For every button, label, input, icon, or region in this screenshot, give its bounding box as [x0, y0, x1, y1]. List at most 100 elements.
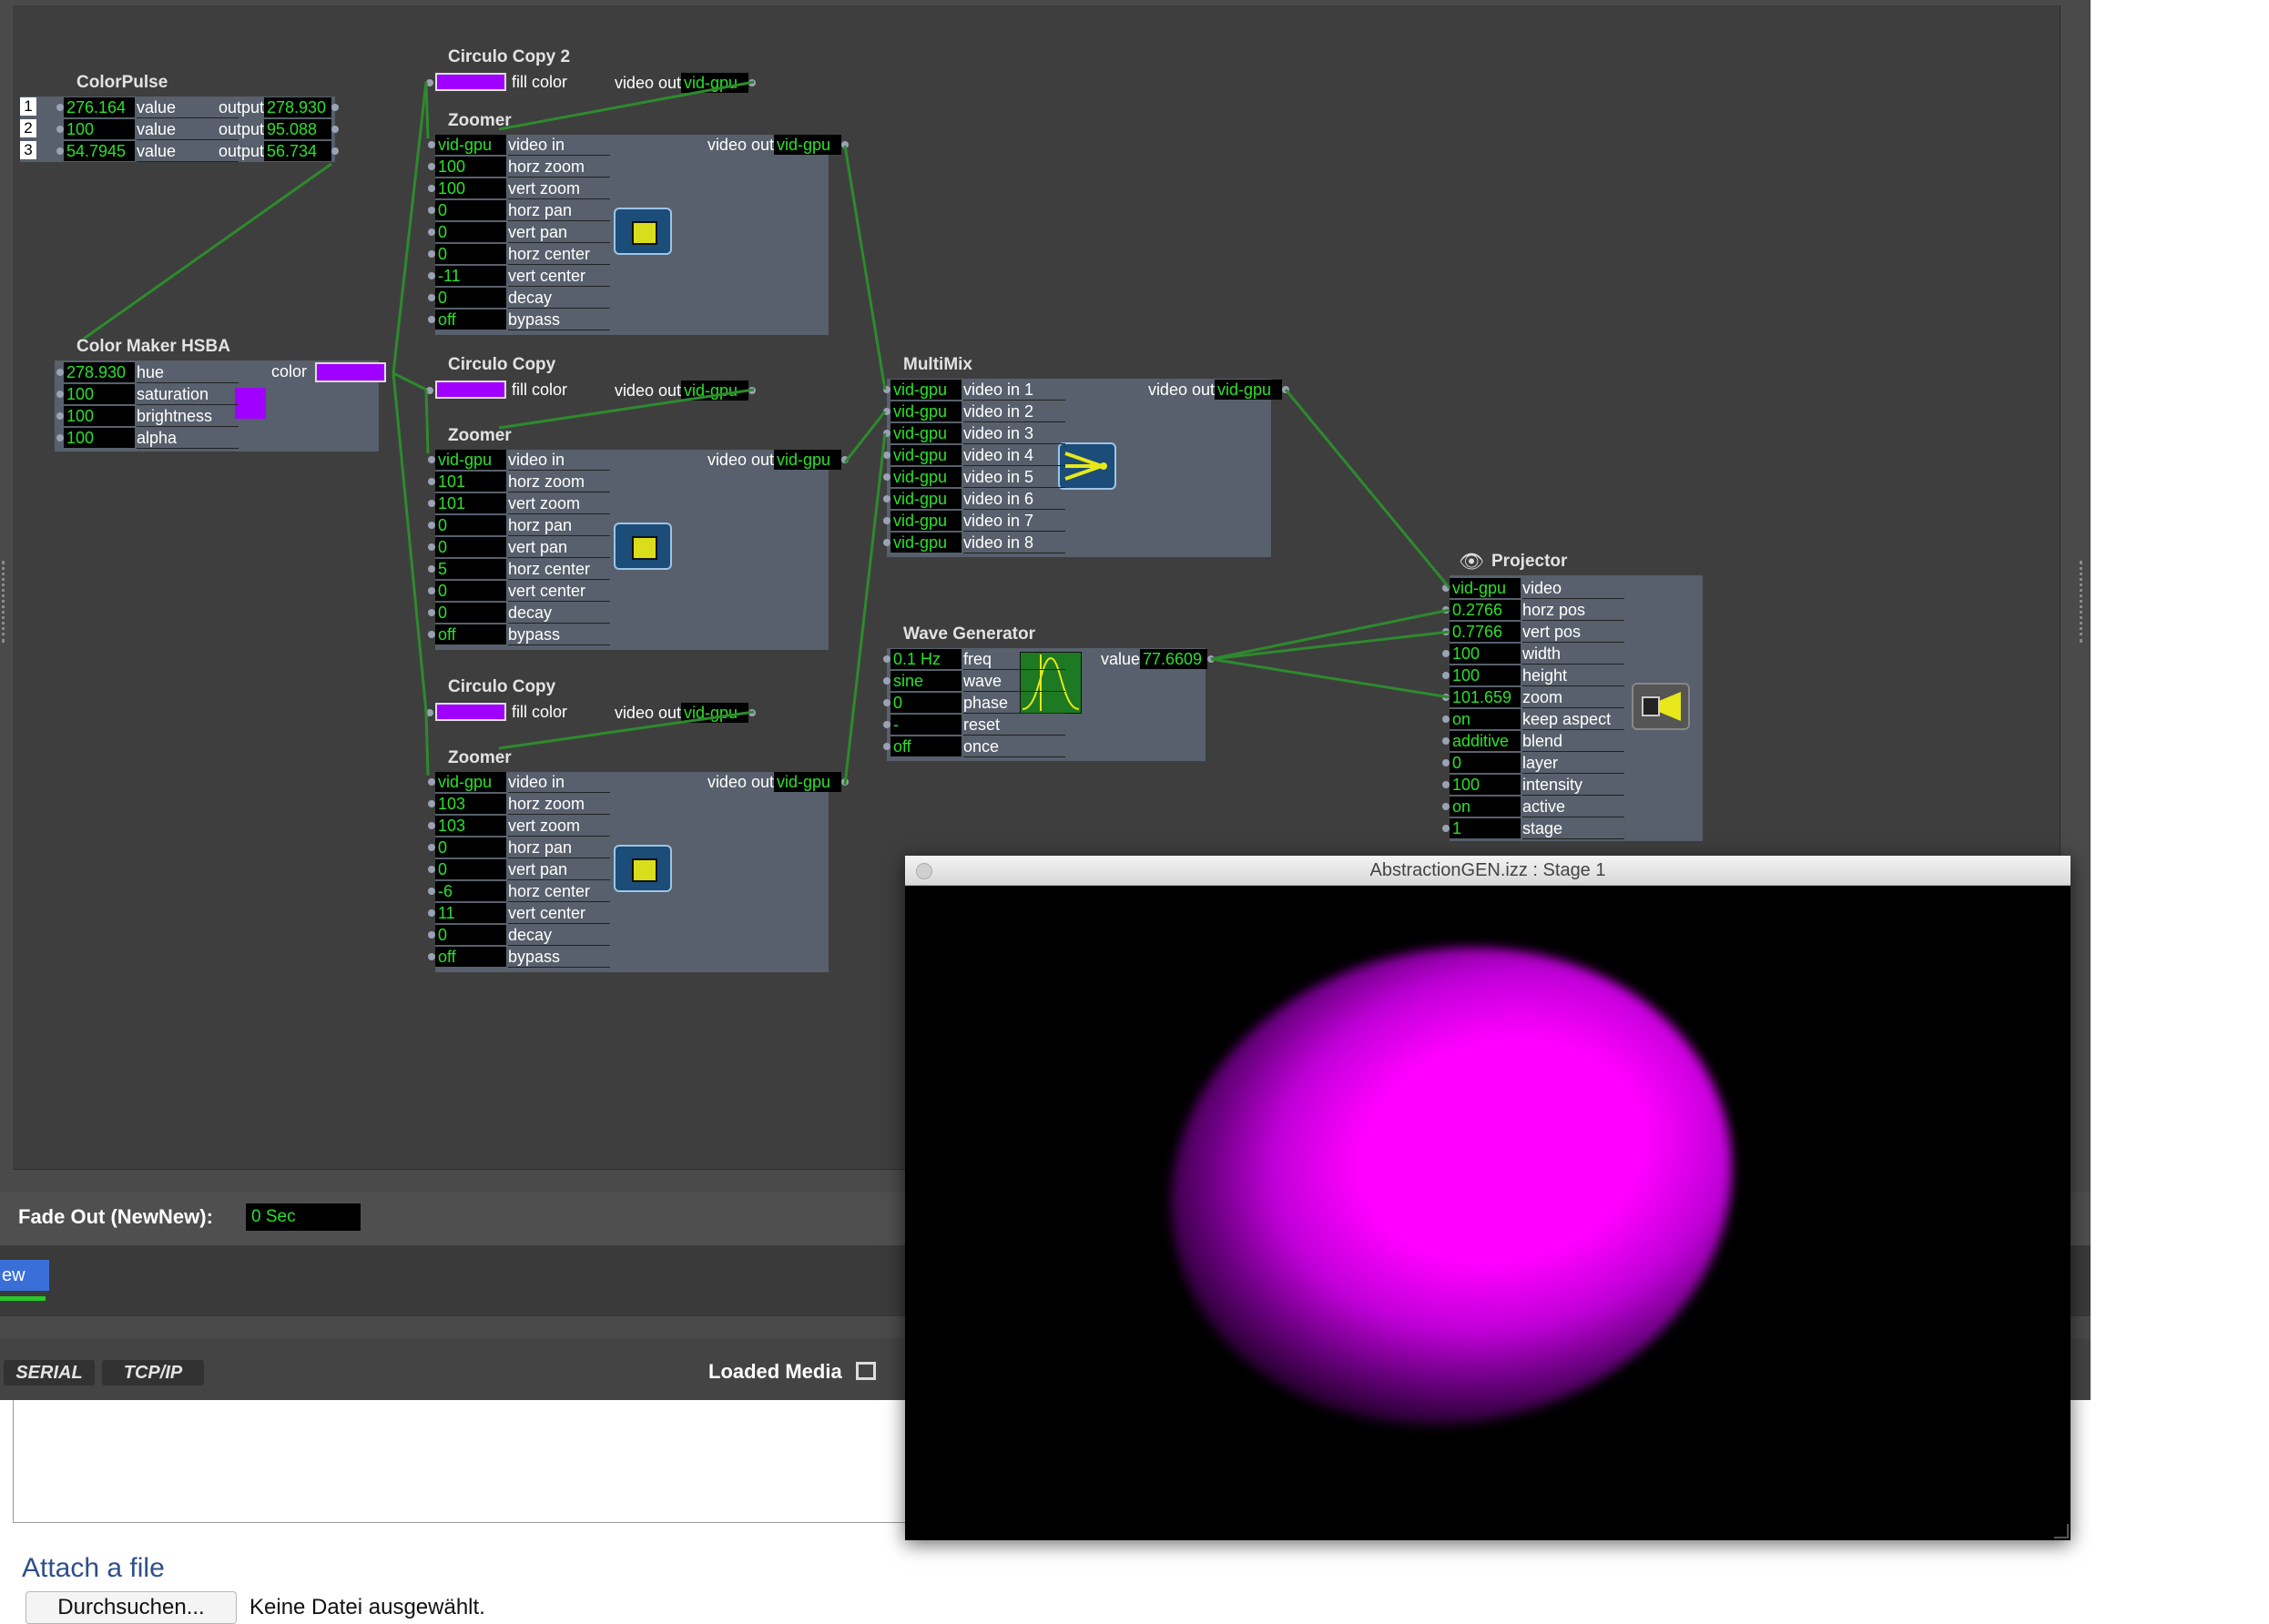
inlet-port[interactable]: [883, 539, 890, 546]
tab-serial[interactable]: SERIAL: [4, 1360, 95, 1385]
value-field[interactable]: vid-gpu: [890, 445, 962, 465]
input-row[interactable]: vid-gpu video in 3: [883, 423, 1065, 444]
inlet-port[interactable]: [1442, 759, 1450, 766]
value-field[interactable]: 0: [435, 222, 506, 242]
value-field[interactable]: vid-gpu: [890, 401, 962, 421]
input-row[interactable]: vid-gpu video in 5: [883, 467, 1065, 488]
inlet-port[interactable]: [428, 228, 435, 236]
input-row[interactable]: additive blend: [1442, 731, 1628, 752]
loaded-media-label[interactable]: Loaded Media: [708, 1360, 842, 1384]
output-port[interactable]: video out vid-gpu: [630, 772, 849, 792]
input-row[interactable]: 0 vert center: [428, 581, 610, 602]
input-row[interactable]: 0 phase: [883, 693, 1065, 714]
input-row[interactable]: vid-gpu video in 6: [883, 489, 1065, 510]
value-field[interactable]: off: [890, 736, 962, 756]
input-row[interactable]: 100 intensity: [1442, 775, 1628, 796]
inlet-port[interactable]: [426, 79, 433, 86]
inlet-port[interactable]: [883, 655, 890, 663]
inlet-port[interactable]: [428, 844, 435, 851]
comment-textarea[interactable]: [13, 1400, 911, 1523]
input-row[interactable]: 101.659 zoom: [1442, 687, 1628, 708]
value-field[interactable]: 101: [435, 472, 506, 492]
inlet-port[interactable]: [1442, 825, 1450, 832]
value-field[interactable]: sine: [890, 671, 962, 691]
value-field[interactable]: vid-gpu: [890, 467, 962, 487]
value-field[interactable]: off: [435, 624, 506, 645]
inlet-port[interactable]: [56, 434, 64, 442]
inlet-port[interactable]: [1442, 650, 1450, 657]
input-row[interactable]: 0 horz pan: [428, 200, 610, 221]
input-row[interactable]: vid-gpu video in 8: [883, 533, 1065, 553]
inlet-port[interactable]: [428, 931, 435, 939]
value-field[interactable]: on: [1450, 709, 1521, 729]
value-field[interactable]: 100: [1450, 644, 1521, 664]
value-field[interactable]: vid-gpu: [435, 135, 506, 155]
inlet-port[interactable]: [428, 522, 435, 529]
input-row[interactable]: 103 vert zoom: [428, 816, 610, 837]
output-port[interactable]: video out vid-gpu: [1071, 380, 1289, 400]
output-port[interactable]: video out vid-gpu: [537, 381, 756, 401]
value-field[interactable]: 0: [435, 515, 506, 535]
fill-color-swatch[interactable]: [435, 381, 506, 399]
value-field[interactable]: off: [435, 310, 506, 330]
input-row[interactable]: 0 vert pan: [428, 537, 610, 558]
value-field[interactable]: vid-gpu: [435, 772, 506, 792]
inlet-port[interactable]: [1442, 737, 1450, 745]
input-row[interactable]: 100 brightness: [56, 406, 239, 427]
inlet-port[interactable]: [56, 104, 64, 111]
fade-out-field[interactable]: 0 Sec: [246, 1203, 361, 1231]
input-row[interactable]: -6 horz center: [428, 881, 610, 902]
value-field[interactable]: 0: [435, 200, 506, 220]
inlet-port[interactable]: [428, 953, 435, 960]
inlet-port[interactable]: [426, 709, 433, 716]
input-row[interactable]: vid-gpu video in: [428, 135, 610, 156]
inlet-port[interactable]: [883, 677, 890, 685]
value-field[interactable]: 1: [1450, 818, 1521, 838]
value-field[interactable]: 100: [1450, 775, 1521, 795]
value-field[interactable]: 100: [64, 384, 135, 404]
input-row[interactable]: 0 horz pan: [428, 515, 610, 536]
outlet-port[interactable]: [841, 778, 849, 786]
output-port[interactable]: video out vid-gpu: [630, 135, 849, 155]
input-row[interactable]: vid-gpu video in: [428, 772, 610, 793]
eye-icon[interactable]: 👁: [1459, 550, 1484, 573]
inlet-port[interactable]: [428, 543, 435, 551]
input-row[interactable]: -11 vert center: [428, 266, 610, 287]
input-row[interactable]: vid-gpu video in 7: [883, 511, 1065, 532]
inlet-port[interactable]: [428, 250, 435, 258]
input-row[interactable]: 101 vert zoom: [428, 493, 610, 514]
inlet-port[interactable]: [428, 294, 435, 301]
value-field[interactable]: off: [435, 947, 506, 967]
input-row[interactable]: off bypass: [428, 310, 610, 330]
inlet-port[interactable]: [1442, 606, 1450, 614]
inlet-port[interactable]: [1442, 781, 1450, 788]
input-row[interactable]: 0 vert pan: [428, 859, 610, 880]
inlet-port[interactable]: [883, 743, 890, 750]
input-row[interactable]: vid-gpu video in 2: [883, 401, 1065, 422]
inlet-port[interactable]: [428, 478, 435, 485]
inlet-port[interactable]: [883, 386, 890, 393]
output-port[interactable]: output 278.930: [120, 97, 339, 117]
value-field[interactable]: 0: [435, 603, 506, 623]
inlet-port[interactable]: [428, 800, 435, 807]
value-field[interactable]: -6: [435, 881, 506, 901]
input-row[interactable]: vid-gpu video in 4: [883, 445, 1065, 466]
inlet-port[interactable]: [428, 888, 435, 895]
value-field[interactable]: vid-gpu: [890, 489, 962, 509]
inlet-port[interactable]: [428, 207, 435, 214]
inlet-port[interactable]: [883, 473, 890, 481]
outlet-port[interactable]: [1282, 386, 1289, 393]
outlet-port[interactable]: [1207, 655, 1215, 663]
value-field[interactable]: 101: [435, 493, 506, 513]
value-field[interactable]: vid-gpu: [1450, 578, 1521, 598]
outlet-port[interactable]: [841, 141, 849, 148]
outlet-port[interactable]: [331, 126, 339, 133]
inlet-port[interactable]: [1442, 584, 1450, 592]
inlet-port[interactable]: [428, 185, 435, 192]
value-field[interactable]: vid-gpu: [890, 511, 962, 531]
inlet-port[interactable]: [56, 391, 64, 398]
input-row[interactable]: on active: [1442, 797, 1628, 817]
value-field[interactable]: on: [1450, 797, 1521, 817]
value-field[interactable]: 101.659: [1450, 687, 1521, 707]
inlet-port[interactable]: [1442, 694, 1450, 701]
